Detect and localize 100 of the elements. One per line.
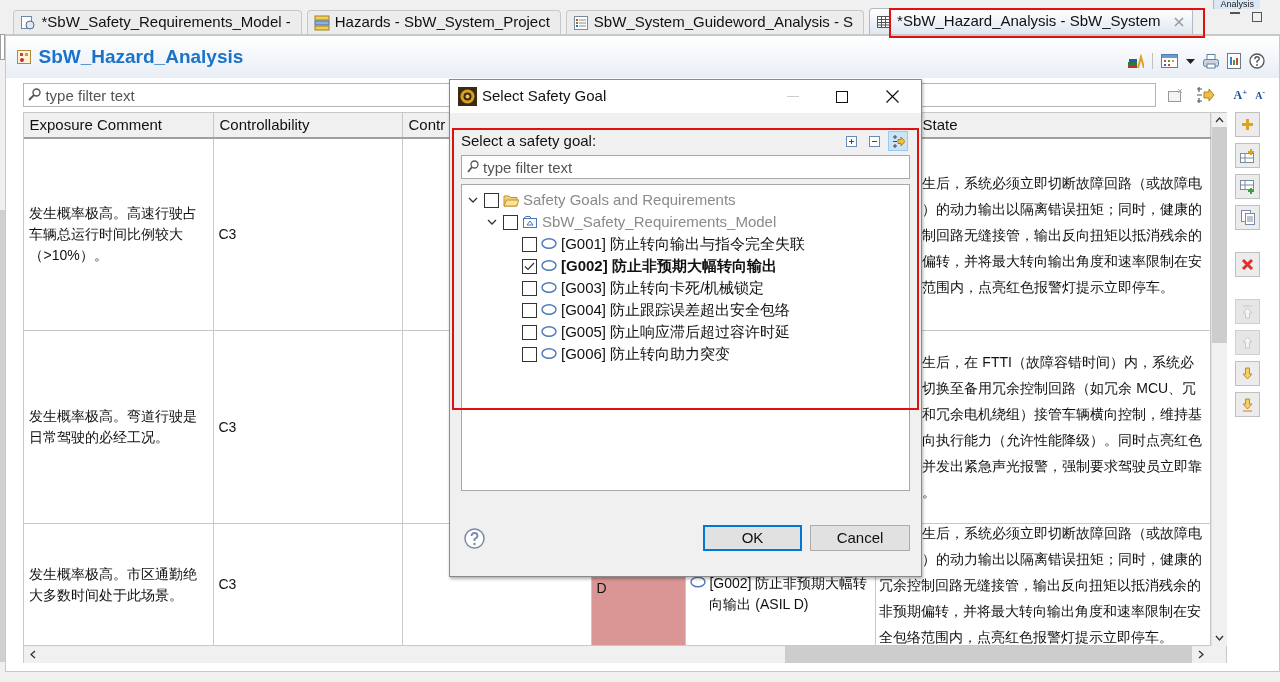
plus-icon: [1241, 118, 1255, 131]
maximize-icon: [1252, 12, 1262, 22]
checkbox[interactable]: [522, 236, 537, 252]
tree-item[interactable]: [G006] 防止转向助力突变: [561, 342, 731, 366]
folder-icon: [503, 193, 519, 207]
link-icon: [891, 134, 905, 148]
books-icon[interactable]: [1128, 54, 1144, 68]
editor-tab[interactable]: *SbW_Hazard_Analysis - SbW_System: [869, 8, 1193, 34]
chevron-icon[interactable]: [485, 217, 499, 227]
table-cell-text: 偏转，并将最大转向输出角度和速率限制在安: [921, 251, 1203, 271]
copy-icon: [1240, 210, 1255, 225]
horizontal-scrollbar[interactable]: [24, 646, 1227, 663]
goal-icon: [690, 576, 707, 588]
clear-filter-icon[interactable]: [1168, 88, 1184, 102]
dialog-title: Select Safety Goal: [482, 86, 607, 107]
checkbox[interactable]: [522, 302, 537, 318]
table-cell-text: 范围内，点亮红色报警灯提示立即停车。: [921, 277, 1175, 297]
link-icon[interactable]: [1195, 87, 1216, 103]
scroll-down-icon[interactable]: [1215, 635, 1225, 641]
help-icon[interactable]: [464, 527, 485, 549]
checkbox[interactable]: [484, 192, 499, 208]
arrow-down-icon: [1242, 367, 1254, 380]
column-header[interactable]: Contr: [403, 113, 446, 137]
link-button[interactable]: [888, 131, 908, 151]
print-icon[interactable]: [1203, 53, 1219, 69]
scroll-up-icon[interactable]: [1215, 117, 1225, 123]
filter-field[interactable]: type filter text: [461, 155, 910, 179]
chevron-icon[interactable]: [466, 195, 480, 205]
editor-icon: [16, 49, 33, 65]
table-cell-text: 和冗余电机绕组）接管车辆横向控制，维持基: [921, 405, 1203, 424]
table-add-icon: [1240, 179, 1256, 194]
tree-item[interactable]: Safety Goals and Requirements: [523, 188, 736, 212]
tree-item[interactable]: [G002] 防止非预期大幅转向输出: [561, 254, 777, 278]
dropdown-caret-icon[interactable]: [1186, 58, 1195, 64]
cancel-button[interactable]: Cancel: [810, 525, 910, 551]
decrease-font-button[interactable]: A$^{-}$: [1255, 87, 1265, 103]
append-row-button[interactable]: [1235, 174, 1261, 199]
model-icon: [20, 14, 37, 31]
package-icon: [522, 215, 538, 229]
move-down-button[interactable]: [1235, 361, 1261, 386]
editor-tab[interactable]: Hazards - SbW_System_Project: [306, 10, 561, 34]
delete-icon: [1241, 258, 1255, 271]
tree-item[interactable]: [G004] 防止跟踪误差超出安全包络: [561, 298, 791, 322]
goal-icon: [541, 303, 557, 317]
table-cell-text: ）的动力输出以隔离错误扭矩；同时，健康的: [921, 199, 1203, 219]
table-cell-text: 切换至备用冗余控制回路（如冗余 MCU、冗: [921, 379, 1197, 398]
editor-tab[interactable]: *SbW_Safety_Requirements_Model -: [13, 10, 302, 34]
checkbox[interactable]: [503, 214, 518, 230]
table-cell-text: 并发出紧急声光报警，强制要求驾驶员立即靠: [921, 457, 1203, 476]
close-icon[interactable]: [886, 90, 899, 103]
checkbox[interactable]: [522, 346, 537, 362]
editor-tab[interactable]: SbW_System_Guideword_Analysis - S: [565, 10, 865, 34]
maximize-icon[interactable]: [836, 90, 848, 103]
table-cell-text: 非预期偏转，并将最大转向输出角度和速率限制在安: [878, 601, 1202, 621]
tree-item[interactable]: [G005] 防止响应滞后超过容许时延: [561, 320, 791, 344]
table-add-icon: [1240, 148, 1256, 163]
checkbox[interactable]: [522, 324, 537, 340]
list-icon: [572, 14, 589, 31]
arrow-up-icon: [1242, 304, 1254, 319]
scroll-right-icon[interactable]: [1197, 650, 1204, 659]
scroll-left-icon[interactable]: [29, 650, 36, 659]
collapse-all-icon: [867, 134, 881, 148]
prompt-label: Select a safety goal:: [461, 130, 597, 151]
search-icon: [28, 88, 42, 101]
table-cell-text: 发生概率极高。弯道行驶是日常驾驶的必经工况。: [29, 407, 199, 447]
stack-icon: [313, 14, 330, 31]
copy-button[interactable]: [1235, 205, 1261, 230]
arrow-up-icon: [1242, 336, 1254, 349]
delete-button[interactable]: [1235, 252, 1261, 277]
table-cell-text: 向执行能力（允许性能降级）。同时点亮红色: [921, 431, 1203, 450]
table-cell-text: [G002] 防止非预期大幅转向输出 (ASIL D): [709, 574, 869, 614]
table-cell-text: C3: [218, 417, 237, 437]
editor-title: SbW_Hazard_Analysis: [38, 44, 244, 69]
column-header[interactable]: Exposure Comment: [24, 113, 162, 137]
help-icon[interactable]: [1249, 53, 1265, 69]
expand-all-icon: [844, 134, 858, 148]
column-header[interactable]: Controllability: [214, 113, 310, 137]
tree-item[interactable]: [G001] 防止转向输出与指令完全失联: [561, 232, 806, 256]
columns-icon[interactable]: [1161, 54, 1178, 68]
checkbox[interactable]: [522, 280, 537, 296]
tree-item[interactable]: SbW_Safety_Requirements_Model: [542, 210, 777, 234]
tree-item[interactable]: [G003] 防止转向卡死/机械锁定: [561, 276, 765, 300]
increase-font-button[interactable]: A$^{+}$: [1233, 86, 1248, 104]
report-icon[interactable]: [1227, 53, 1241, 69]
checkbox[interactable]: [522, 258, 537, 274]
gear-icon: [458, 87, 477, 106]
vertical-scrollbar[interactable]: [1211, 113, 1228, 646]
table-cell-text: C3: [218, 575, 237, 594]
ok-button[interactable]: OK: [703, 525, 802, 551]
scroll-thumb[interactable]: [785, 646, 1193, 663]
table-cell-text: 发生概率极高。高速行驶占车辆总运行时间比例较大（>10%）。: [29, 204, 199, 265]
perspective-button[interactable]: Analysis: [1213, 0, 1260, 9]
insert-row-button[interactable]: [1235, 143, 1261, 168]
table-cell-text: C3: [218, 225, 237, 244]
move-bottom-button[interactable]: [1235, 392, 1261, 417]
goal-icon: [541, 281, 557, 295]
scroll-thumb[interactable]: [1212, 127, 1228, 343]
table-cell-text: 全包络范围内，点亮红色报警灯提示立即停车。: [878, 627, 1174, 646]
goal-icon: [541, 347, 557, 361]
search-icon: [467, 160, 479, 173]
